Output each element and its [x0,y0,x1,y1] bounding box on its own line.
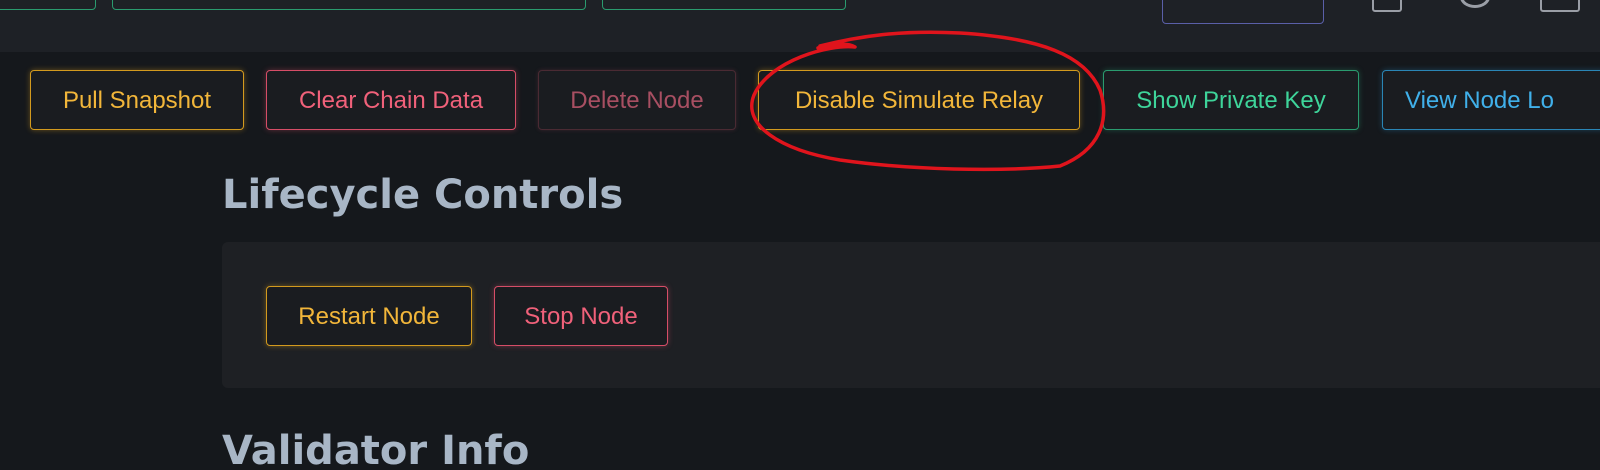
delete-node-button[interactable]: Delete Node [538,70,736,130]
calendar-icon[interactable] [1372,0,1402,12]
disable-simulate-relay-button[interactable]: Disable Simulate Relay [758,70,1080,130]
top-select-field[interactable] [1162,0,1324,24]
top-toolbar-strip [0,0,1600,52]
view-node-logs-button[interactable]: View Node Lo [1382,70,1600,130]
validator-info-heading: Validator Info [222,428,530,470]
restart-node-button[interactable]: Restart Node [266,286,472,346]
top-button-2[interactable] [112,0,586,10]
panel-icon[interactable] [1540,0,1580,12]
stop-node-button[interactable]: Stop Node [494,286,668,346]
show-private-key-button[interactable]: Show Private Key [1103,70,1359,130]
clear-chain-data-button[interactable]: Clear Chain Data [266,70,516,130]
clock-icon[interactable] [1460,0,1490,8]
lifecycle-controls-heading: Lifecycle Controls [222,172,624,218]
node-control-page: Pull Snapshot Clear Chain Data Delete No… [0,0,1600,470]
pull-snapshot-button[interactable]: Pull Snapshot [30,70,244,130]
top-button-3[interactable] [602,0,846,10]
top-button-1[interactable] [0,0,96,10]
